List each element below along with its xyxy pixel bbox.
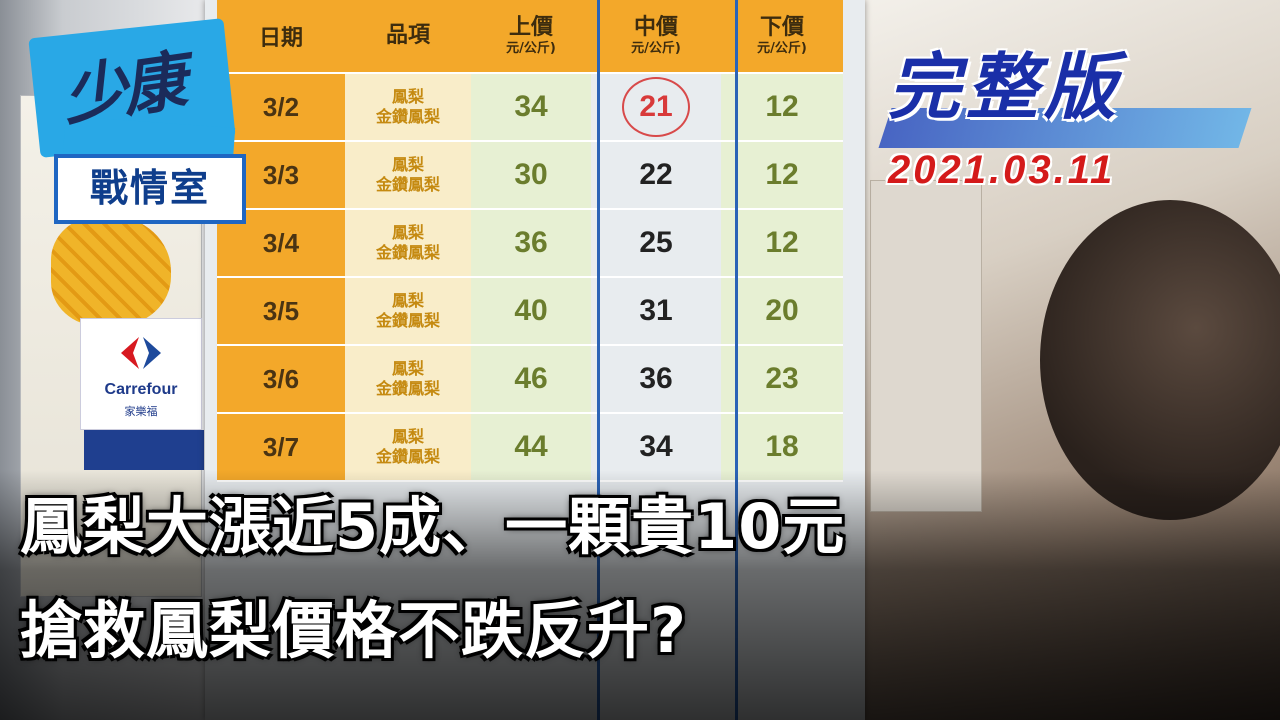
- cell-middle: 36: [591, 345, 721, 414]
- cell-middle: 25: [591, 209, 721, 278]
- table-row: 3/3 鳳梨 金鑽鳳梨 30 22 12: [217, 141, 843, 210]
- carrefour-name: Carrefour: [104, 381, 178, 398]
- header-lower-title: 下價: [759, 15, 804, 40]
- cell-item: 鳳梨 金鑽鳳梨: [345, 209, 471, 278]
- item-line-a: 鳳梨: [391, 291, 424, 310]
- show-logo: 少康 戰情室: [28, 18, 246, 224]
- circled-price: 21: [622, 77, 690, 137]
- carrefour-sign: Carrefour 家樂福: [80, 318, 202, 430]
- cell-middle: 31: [591, 277, 721, 346]
- cell-lower: 23: [721, 345, 843, 414]
- header-middle-title: 中價: [633, 15, 678, 40]
- background-document: [870, 180, 982, 512]
- cell-lower: 20: [721, 277, 843, 346]
- cell-lower: 12: [721, 209, 843, 278]
- header-lower: 下價 元/公斤): [721, 0, 843, 74]
- table-row: 3/6 鳳梨 金鑽鳳梨 46 36 23: [217, 345, 843, 414]
- table-header-row: 日期 品項 上價 元/公斤) 中價 元/公斤) 下價 元/公斤): [217, 0, 843, 74]
- logo-label: 戰情室: [89, 166, 210, 210]
- cell-upper: 34: [471, 73, 591, 142]
- carrefour-subname: 家樂福: [124, 405, 158, 418]
- item-line-a: 鳳梨: [391, 359, 424, 378]
- cell-item: 鳳梨 金鑽鳳梨: [345, 277, 471, 346]
- header-upper-title: 上價: [508, 15, 553, 40]
- cell-middle-highlighted: 21: [591, 73, 721, 142]
- cell-item: 鳳梨 金鑽鳳梨: [345, 73, 471, 142]
- table-row: 3/5 鳳梨 金鑽鳳梨 40 31 20: [217, 277, 843, 346]
- edition-date: 2021.03.11: [888, 148, 1116, 192]
- item-line-b: 金鑽鳳梨: [375, 311, 440, 330]
- cell-upper: 30: [471, 141, 591, 210]
- item-line-a: 鳳梨: [391, 427, 424, 446]
- item-line-a: 鳳梨: [391, 223, 424, 242]
- edition-label: 完整版: [888, 45, 1123, 129]
- caption-line-2: 搶救鳳梨價格不跌反升?: [20, 594, 687, 667]
- logo-script-text: 少康: [58, 43, 188, 135]
- cell-date: 3/5: [217, 277, 345, 346]
- price-table: 日期 品項 上價 元/公斤) 中價 元/公斤) 下價 元/公斤) 3/2 鳳梨金…: [217, 0, 843, 482]
- cell-item: 鳳梨 金鑽鳳梨: [345, 141, 471, 210]
- item-line-b: 金鑽鳳梨: [375, 107, 440, 126]
- cell-date: 3/6: [217, 345, 345, 414]
- cell-middle: 22: [591, 141, 721, 210]
- cell-lower: 12: [721, 73, 843, 142]
- caption-line-1: 鳳梨大漲近5成、一顆貴10元: [20, 490, 846, 563]
- table-row: 3/4 鳳梨 金鑽鳳梨 36 25 12: [217, 209, 843, 278]
- cell-lower: 12: [721, 141, 843, 210]
- header-middle: 中價 元/公斤): [591, 0, 721, 74]
- item-line-b: 金鑽鳳梨: [375, 175, 440, 194]
- header-item: 品項: [345, 0, 471, 74]
- item-line-b: 金鑽鳳梨: [375, 243, 440, 262]
- pineapple-image: [51, 216, 171, 326]
- cell-upper: 36: [471, 209, 591, 278]
- header-lower-unit: 元/公斤): [757, 41, 807, 56]
- item-line-a: 鳳梨: [391, 87, 424, 106]
- header-upper: 上價 元/公斤): [471, 0, 591, 74]
- item-line-b: 金鑽鳳梨: [375, 379, 440, 398]
- carrefour-strip: [84, 430, 204, 470]
- header-middle-unit: 元/公斤): [631, 41, 681, 56]
- table-row: 3/2 鳳梨 金鑽鳳梨 34 21 12: [217, 73, 843, 142]
- header-upper-unit: 元/公斤): [506, 41, 556, 56]
- logo-label-box: 戰情室: [54, 154, 246, 224]
- cell-upper: 46: [471, 345, 591, 414]
- cell-upper: 40: [471, 277, 591, 346]
- item-line-a: 鳳梨: [391, 155, 424, 174]
- cell-item: 鳳梨 金鑽鳳梨: [345, 345, 471, 414]
- item-line-b: 金鑽鳳梨: [375, 447, 440, 466]
- carrefour-logo-icon: [121, 337, 161, 369]
